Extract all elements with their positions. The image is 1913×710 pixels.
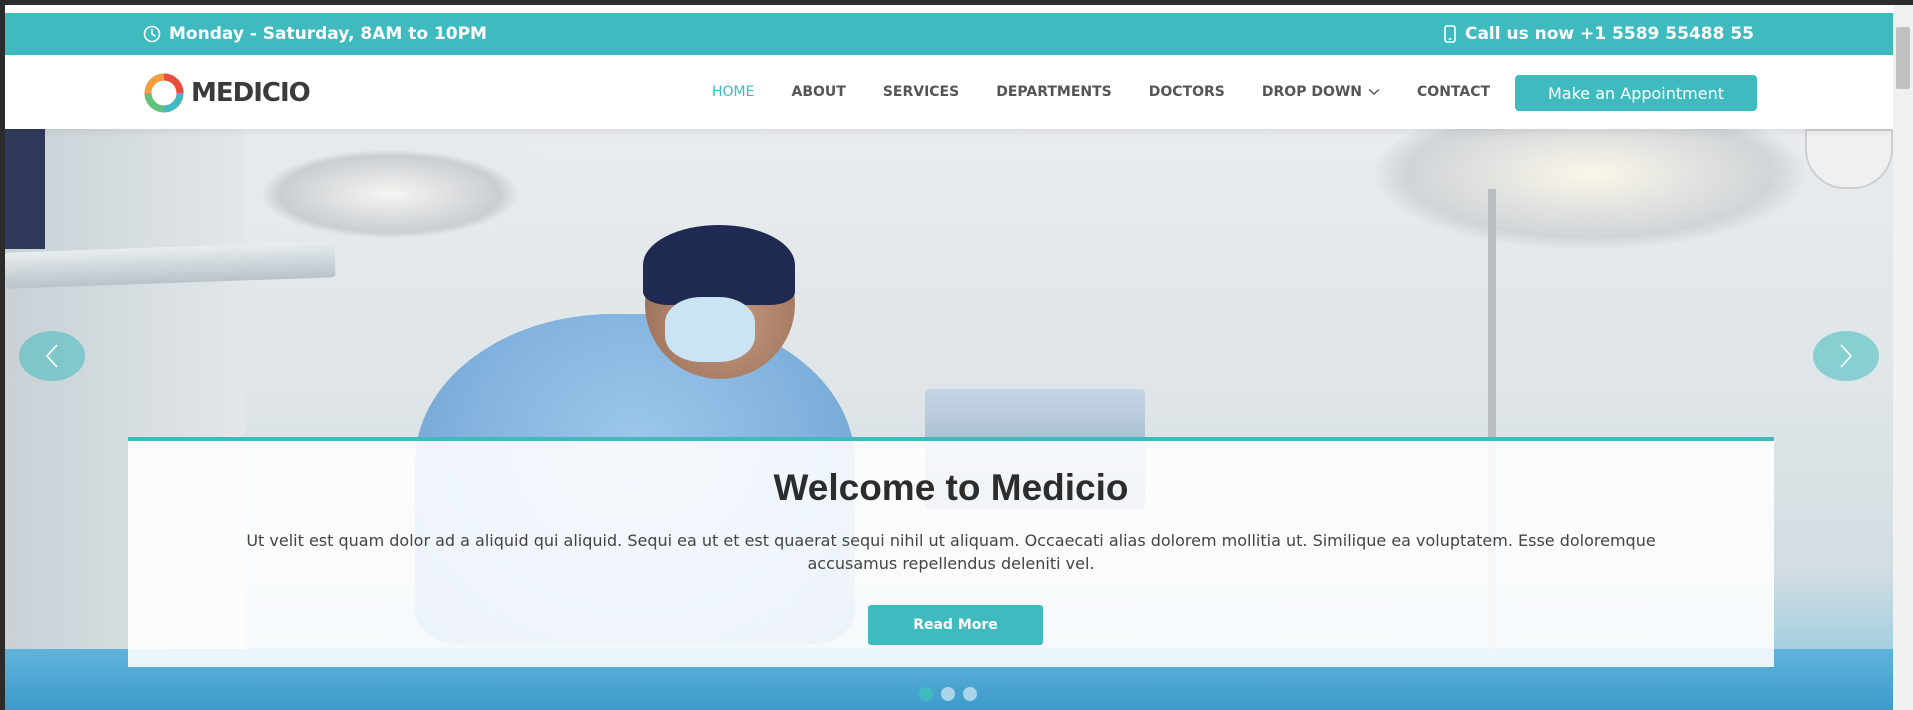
nav-about[interactable]: ABOUT xyxy=(791,84,845,100)
browser-viewport: Monday - Saturday, 8AM to 10PM Call us n… xyxy=(5,5,1893,710)
hero-caption-box: Welcome to Medicio Ut velit est quam dol… xyxy=(128,437,1774,667)
hero-description: Ut velit est quam dolor ad a aliquid qui… xyxy=(246,531,1656,573)
nav-home[interactable]: HOME xyxy=(712,84,754,100)
hero-carousel: Welcome to Medicio Ut velit est quam dol… xyxy=(5,129,1893,710)
hero-image-curtain xyxy=(5,129,45,249)
phone-icon xyxy=(1444,25,1456,43)
clock-icon xyxy=(143,25,161,43)
hero-image-surgical-mask xyxy=(665,297,755,362)
hero-image-surgical-lamp-right xyxy=(1375,129,1805,249)
opening-hours-text: Monday - Saturday, 8AM to 10PM xyxy=(169,24,487,44)
chevron-right-icon xyxy=(1840,344,1853,368)
hero-image-surgical-lamp-left xyxy=(260,149,520,239)
site-header: MEDICIO HOME ABOUT SERVICES DEPARTMENTS … xyxy=(5,55,1893,129)
carousel-dot-2[interactable] xyxy=(941,687,955,701)
hero-image-surgical-cap xyxy=(643,225,795,305)
nav-doctors[interactable]: DOCTORS xyxy=(1149,84,1225,100)
nav-services[interactable]: SERVICES xyxy=(883,84,959,100)
carousel-prev-button[interactable] xyxy=(19,331,85,381)
logo-text: MEDICIO xyxy=(191,78,311,108)
nav-dropdown[interactable]: DROP DOWN xyxy=(1262,84,1380,100)
phone-contact[interactable]: Call us now +1 5589 55488 55 xyxy=(1443,13,1754,55)
page-scrollbar[interactable] xyxy=(1893,5,1913,710)
main-nav: HOME ABOUT SERVICES DEPARTMENTS DOCTORS … xyxy=(712,55,1527,129)
hero-title: Welcome to Medicio xyxy=(773,467,1129,508)
make-appointment-button[interactable]: Make an Appointment xyxy=(1515,75,1757,111)
phone-text: Call us now +1 5589 55488 55 xyxy=(1464,24,1754,44)
nav-dropdown-label: DROP DOWN xyxy=(1261,84,1363,100)
site-logo[interactable]: MEDICIO xyxy=(143,72,311,114)
scrollbar-thumb[interactable] xyxy=(1896,27,1910,89)
read-more-button[interactable]: Read More xyxy=(868,605,1043,645)
top-info-bar: Monday - Saturday, 8AM to 10PM Call us n… xyxy=(5,13,1893,55)
opening-hours: Monday - Saturday, 8AM to 10PM xyxy=(143,13,487,55)
carousel-dot-1[interactable] xyxy=(919,687,933,701)
hero-image-wall-clock xyxy=(1805,129,1893,189)
nav-contact[interactable]: CONTACT xyxy=(1417,84,1490,100)
chevron-down-icon xyxy=(1368,88,1380,95)
carousel-next-button[interactable] xyxy=(1813,331,1879,381)
carousel-indicators xyxy=(919,687,985,701)
carousel-dot-3[interactable] xyxy=(963,687,977,701)
chevron-left-icon xyxy=(45,344,58,368)
nav-departments[interactable]: DEPARTMENTS xyxy=(996,84,1112,100)
logo-ring-icon xyxy=(144,73,184,113)
